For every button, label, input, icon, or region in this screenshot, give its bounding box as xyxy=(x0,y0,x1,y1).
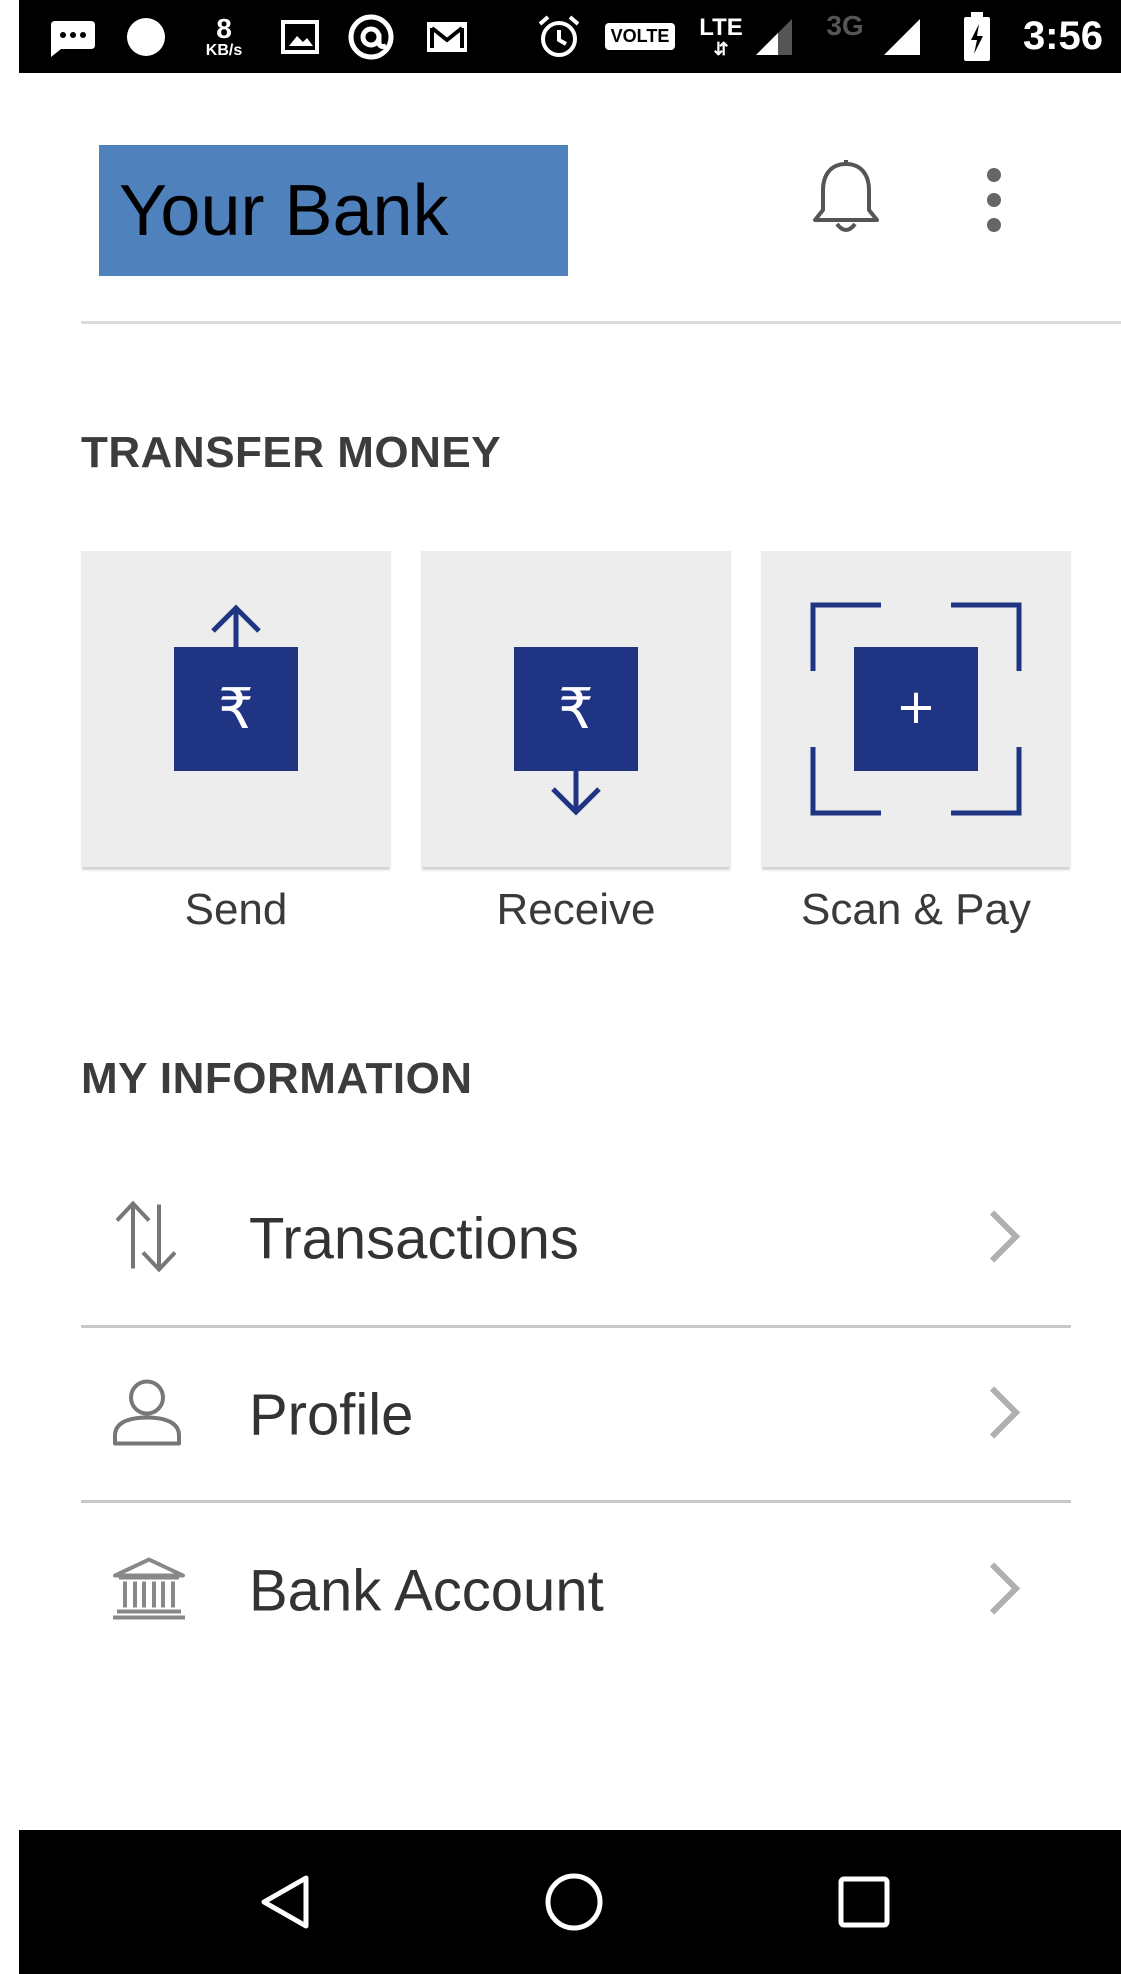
list-divider xyxy=(81,1500,1071,1503)
chevron-right-icon xyxy=(986,1209,1022,1270)
scan-pay-label: Scan & Pay xyxy=(801,885,1031,934)
message-icon xyxy=(41,0,101,73)
list-item-profile[interactable]: Profile xyxy=(81,1328,1071,1502)
send-symbol: ₹ xyxy=(218,677,254,742)
bank-building-icon xyxy=(111,1556,187,1627)
network-speed: 8 KB/s xyxy=(205,12,243,59)
chevron-right-icon xyxy=(986,1385,1022,1446)
receive-rupee-icon: ₹ xyxy=(514,647,638,816)
bell-icon[interactable] xyxy=(809,158,883,240)
transfer-money-heading: TRANSFER MONEY xyxy=(81,428,502,477)
transactions-arrows-icon xyxy=(111,1199,181,1280)
home-circle-icon[interactable] xyxy=(534,1862,614,1942)
gmail-icon xyxy=(417,0,477,73)
more-vertical-icon[interactable] xyxy=(979,165,1009,235)
receive-label: Receive xyxy=(496,885,656,934)
alarm-icon xyxy=(531,0,587,73)
signal-icon xyxy=(877,0,927,73)
circle-notification-icon xyxy=(121,0,171,73)
receive-symbol: ₹ xyxy=(558,677,594,742)
app-bar: Your Bank xyxy=(19,73,1121,323)
send-label: Send xyxy=(184,885,288,934)
volte-badge: VOLTE xyxy=(594,0,686,73)
recents-square-icon[interactable] xyxy=(824,1862,904,1942)
brand-name: Your Bank xyxy=(119,170,449,251)
status-bar: 8 KB/s VOLTE LTE ⇵ 3G 3:56 xyxy=(19,0,1121,73)
navigation-bar xyxy=(19,1830,1121,1974)
signal-icon xyxy=(749,0,799,73)
list-item-bank-account[interactable]: Bank Account xyxy=(81,1504,1071,1678)
lte-indicator: LTE ⇵ xyxy=(699,13,743,59)
clock-time: 3:56 xyxy=(1022,14,1103,58)
back-triangle-icon[interactable] xyxy=(244,1862,324,1942)
battery-charging-icon xyxy=(957,0,997,73)
chevron-right-icon xyxy=(986,1561,1022,1622)
scan-pay-tile[interactable]: + xyxy=(761,551,1071,867)
app-screen: 8 KB/s VOLTE LTE ⇵ 3G 3:56 Your Bank TRA… xyxy=(19,0,1121,1974)
scan-pay-symbol: + xyxy=(896,679,936,735)
header-divider xyxy=(81,321,1121,324)
image-icon xyxy=(275,0,325,73)
person-icon xyxy=(111,1378,183,1453)
secondary-network-label: 3G xyxy=(826,10,864,41)
my-information-heading: MY INFORMATION xyxy=(81,1054,473,1103)
at-sign-icon xyxy=(341,0,401,73)
bank-account-label: Bank Account xyxy=(249,1558,604,1624)
scan-qr-icon: + xyxy=(810,602,1022,816)
transactions-label: Transactions xyxy=(249,1206,579,1272)
list-item-transactions[interactable]: Transactions xyxy=(81,1152,1071,1326)
receive-tile[interactable]: ₹ xyxy=(421,551,731,867)
send-tile[interactable]: ₹ xyxy=(81,551,391,867)
brand-logo: Your Bank xyxy=(99,145,568,276)
profile-label: Profile xyxy=(249,1382,414,1448)
send-rupee-icon: ₹ xyxy=(174,604,298,771)
